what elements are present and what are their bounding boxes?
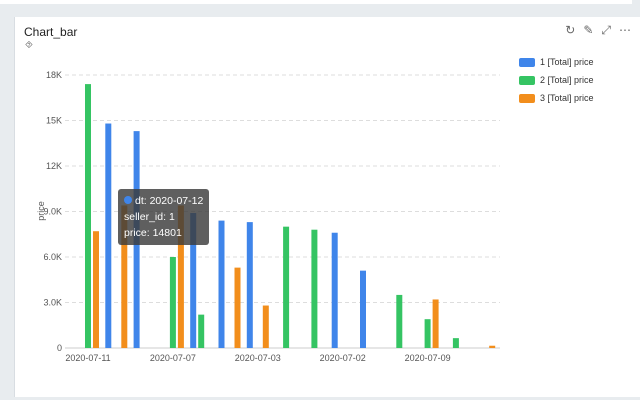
- y-tick-label: 6.0K: [43, 252, 62, 262]
- x-tick-label: 2020-07-03: [235, 353, 281, 363]
- bar-2: [283, 226, 290, 348]
- legend-item[interactable]: 2 [Total] price: [519, 71, 594, 89]
- x-tick-label: 2020-07-02: [320, 353, 366, 363]
- bar-2: [396, 294, 403, 348]
- bar-1: [246, 222, 253, 348]
- bar-2: [452, 338, 459, 348]
- y-tick-label: 3.0K: [43, 298, 62, 308]
- series-dot-icon: [124, 196, 132, 204]
- y-axis-label: price: [36, 201, 46, 221]
- y-tick-label: 18K: [46, 70, 62, 80]
- y-tick-label: 15K: [46, 116, 62, 126]
- x-tick-label: 2020-07-09: [405, 353, 451, 363]
- legend-swatch: [519, 57, 535, 67]
- legend-label: 1 [Total] price: [540, 57, 594, 67]
- bar-2: [198, 314, 205, 348]
- bar-3: [262, 305, 269, 348]
- bar-1: [331, 232, 338, 348]
- tooltip-price: price: 14801: [124, 227, 182, 239]
- bar-1: [360, 270, 366, 348]
- legend: 1 [Total] price 2 [Total] price 3 [Total] …: [519, 53, 594, 107]
- legend-item[interactable]: 3 [Total] price: [519, 89, 594, 107]
- y-tick-label: 12K: [46, 161, 62, 171]
- bar-1: [105, 123, 112, 349]
- bar-1: [218, 220, 225, 348]
- tooltip-dt: dt: 2020-07-12: [135, 195, 204, 207]
- bar-2: [424, 319, 431, 348]
- y-tick-label: 9.0K: [43, 207, 62, 217]
- legend-swatch: [519, 75, 535, 85]
- x-tick-label: 2020-07-11: [65, 353, 110, 363]
- bar-3: [234, 267, 241, 348]
- legend-label: 2 [Total] price: [540, 75, 594, 85]
- bar-3: [432, 299, 439, 348]
- legend-label: 3 [Total] price: [540, 93, 594, 103]
- x-tick-label: 2020-07-07: [150, 353, 196, 363]
- bar-2: [169, 257, 176, 348]
- legend-item[interactable]: 1 [Total] price: [519, 53, 594, 71]
- bar-3: [93, 231, 99, 348]
- tooltip-seller: seller_id: 1: [124, 211, 175, 223]
- bar-2: [311, 229, 318, 348]
- bar-3: [489, 345, 496, 348]
- bar-2: [85, 84, 91, 348]
- legend-swatch: [519, 93, 535, 103]
- tooltip: dt: 2020-07-12 seller_id: 1 price: 14801: [118, 189, 210, 245]
- y-tick-label: 0: [57, 343, 62, 353]
